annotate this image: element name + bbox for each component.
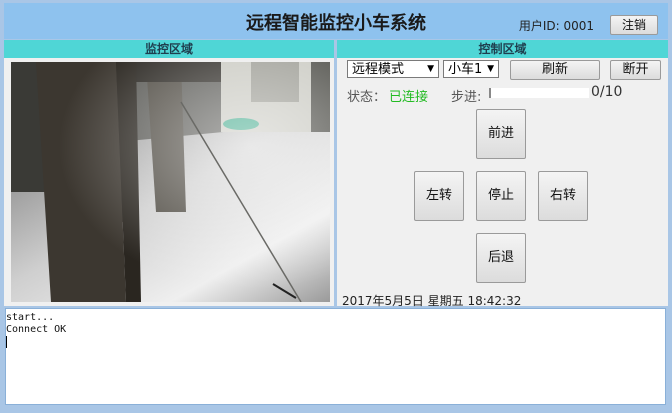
status-label: 状态： (347, 90, 387, 105)
mode-select-value: 远程模式 (352, 62, 405, 77)
backward-button[interactable]: 后退 (476, 233, 526, 283)
log-console[interactable]: start... Connect OK (5, 308, 666, 405)
monitor-section-heading: 监控区域 (4, 40, 334, 58)
dropdown-arrow-icon: ▼ (487, 64, 494, 74)
text-cursor (6, 336, 7, 348)
monitor-panel (4, 58, 334, 306)
mode-select[interactable]: 远程模式 ▼ (347, 60, 439, 78)
stop-button[interactable]: 停止 (476, 171, 526, 221)
log-cursor-line (6, 336, 665, 348)
user-id-label: 用户ID: 0001 (518, 19, 594, 33)
control-section-heading: 控制区域 (337, 40, 668, 58)
turn-left-button[interactable]: 左转 (414, 171, 464, 221)
log-line: Connect OK (6, 324, 67, 335)
control-panel: 远程模式 ▼ 小车1 ▼ 刷新 断开 状态： 已连接 步进: 0/10 前进 左… (337, 58, 668, 308)
turn-right-button[interactable]: 右转 (538, 171, 588, 221)
step-label: 步进: (451, 90, 482, 105)
forward-button[interactable]: 前进 (476, 109, 526, 159)
dropdown-arrow-icon: ▼ (427, 64, 434, 74)
step-progress-bar (489, 88, 589, 98)
status-value: 已连接 (389, 90, 429, 105)
logout-button[interactable]: 注销 (610, 15, 658, 35)
camera-feed-image (11, 62, 330, 302)
app-window: 远程智能监控小车系统 用户ID: 0001 注销 监控区域 控制区域 远程模式 … (0, 0, 672, 413)
refresh-button[interactable]: 刷新 (510, 60, 600, 80)
step-count: 0/10 (591, 84, 623, 100)
log-line: start... (6, 312, 55, 323)
car-select-value: 小车1 (448, 62, 483, 77)
datetime-display: 2017年5月5日 星期五 18:42:32 (342, 294, 522, 308)
car-select[interactable]: 小车1 ▼ (443, 60, 499, 78)
header-bar: 远程智能监控小车系统 用户ID: 0001 注销 (4, 3, 668, 39)
disconnect-button[interactable]: 断开 (610, 60, 661, 80)
